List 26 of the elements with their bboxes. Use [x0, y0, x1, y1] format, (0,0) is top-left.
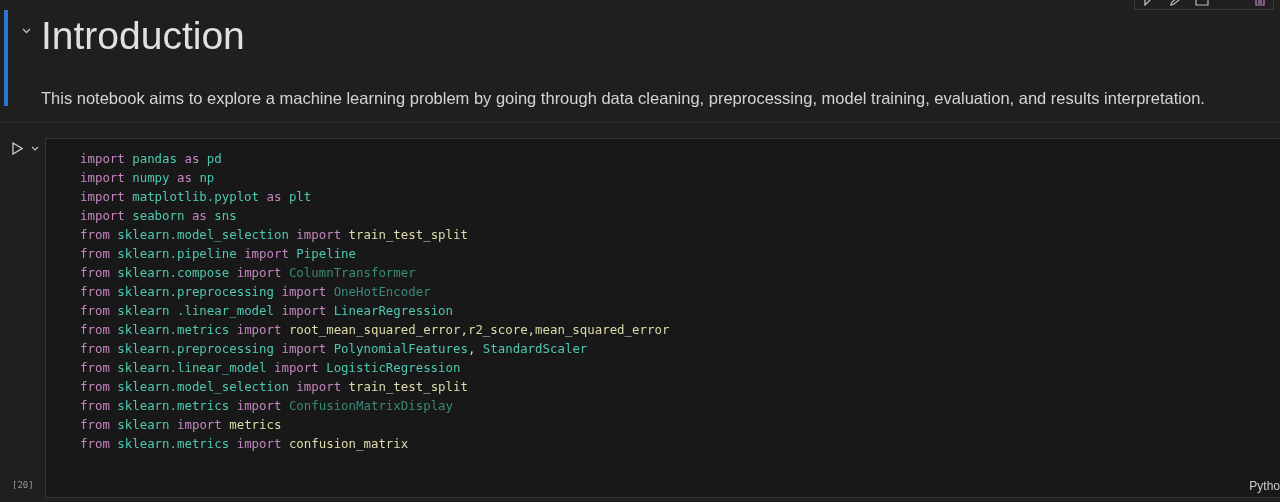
code-line: from sklearn.linear_model import LogisticRegression	[80, 359, 462, 377]
code-editor[interactable]	[45, 138, 1280, 498]
code-line: from sklearn.preprocessing import PolynomialFeatures, StandardScaler	[80, 340, 589, 358]
paragraph: This notebook aims to explore a machine learning problem by going through data cleaning, preprocessing, model training, evaluation, and results interpretation.	[41, 89, 1205, 107]
pencil-icon[interactable]	[1169, 0, 1181, 6]
code-line: from sklearn.pipeline import Pipeline	[80, 245, 358, 263]
code-line: from sklearn.model_selection import train_test_split	[80, 378, 469, 396]
code-line: from sklearn.compose import ColumnTransformer	[80, 264, 417, 282]
code-line: import numpy as np	[80, 169, 216, 187]
chevron-icon[interactable]	[31, 146, 39, 151]
code-line: from sklearn.metrics import ConfusionMatrixDisplay	[80, 397, 454, 415]
code-line: from sklearn.metrics import confusion_matrix	[80, 435, 410, 453]
execution-count: [20]	[12, 478, 35, 492]
code-line: from sklearn import metrics	[80, 416, 283, 434]
run-icon[interactable]	[12, 142, 23, 155]
heading: Introduction	[41, 14, 245, 57]
code-line: from sklearn.model_selection import train_test_split	[80, 226, 469, 244]
chevron-icon[interactable]	[22, 27, 31, 34]
code-line: from sklearn .linear_model import LinearRegression	[80, 302, 454, 320]
code-line: import seaborn as sns	[80, 207, 238, 225]
language-label[interactable]: Pytho	[1249, 477, 1280, 495]
code-line: from sklearn.preprocessing import OneHotEncoder	[80, 283, 432, 301]
code-line: import matplotlib.pyplot as plt	[80, 188, 313, 206]
trash-icon[interactable]	[1255, 0, 1265, 6]
code-line: import pandas as pd	[80, 150, 223, 168]
code-line: from sklearn.metrics import root_mean_squared_error,r2_score,mean_squared_error	[80, 321, 671, 339]
